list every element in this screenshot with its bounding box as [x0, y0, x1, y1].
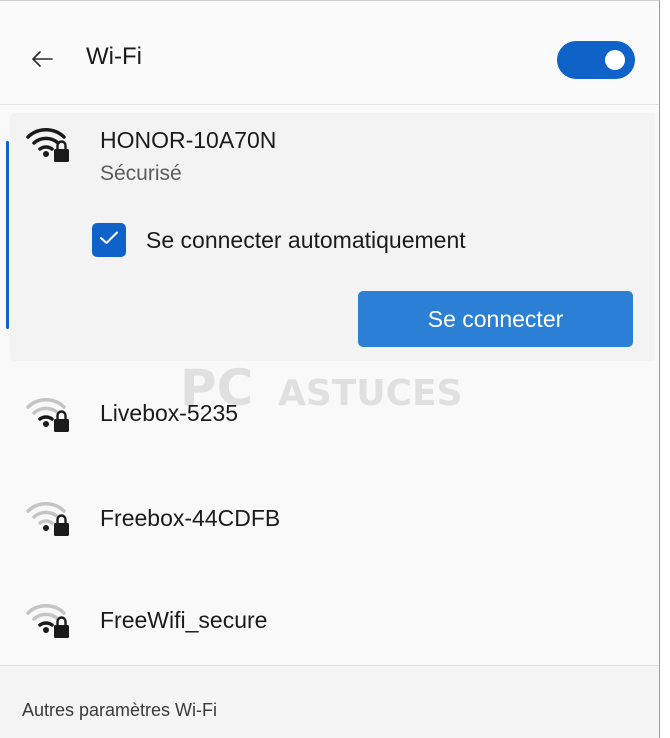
more-wifi-settings-link[interactable]: Autres paramètres Wi-Fi [22, 700, 217, 721]
network-name: FreeWifi_secure [100, 607, 268, 633]
network-row[interactable]: FreeWifi_secure [10, 569, 655, 669]
back-button[interactable] [22, 41, 62, 81]
network-name: Livebox-5235 [100, 400, 239, 426]
checkmark-icon [99, 230, 119, 251]
wifi-low-locked-icon [24, 391, 72, 435]
selected-network-status: Sécurisé [100, 162, 182, 185]
wifi-full-locked-icon [24, 121, 72, 165]
network-row[interactable]: Freebox-44CDFB [10, 467, 655, 567]
wifi-header: Wi-Fi [0, 1, 659, 105]
auto-connect-checkbox[interactable] [92, 223, 126, 257]
wifi-low-locked-icon [24, 597, 72, 641]
toggle-knob [605, 50, 625, 70]
selected-network-name: HONOR-10A70N [100, 127, 277, 153]
selection-indicator [6, 141, 9, 329]
auto-connect-label[interactable]: Se connecter automatiquement [146, 227, 466, 254]
network-name: Freebox-44CDFB [100, 505, 281, 531]
wifi-toggle[interactable] [557, 41, 635, 79]
page-title: Wi-Fi [86, 43, 142, 70]
arrow-left-icon [30, 50, 54, 73]
connect-button[interactable]: Se connecter [358, 291, 633, 347]
wifi-footer: Autres paramètres Wi-Fi [0, 665, 659, 738]
wifi-panel: Wi-Fi HONOR-10A70N Sécurisé Se connecter… [0, 0, 660, 738]
wifi-low-locked-icon [24, 495, 72, 539]
network-row[interactable]: Livebox-5235 [10, 363, 655, 463]
